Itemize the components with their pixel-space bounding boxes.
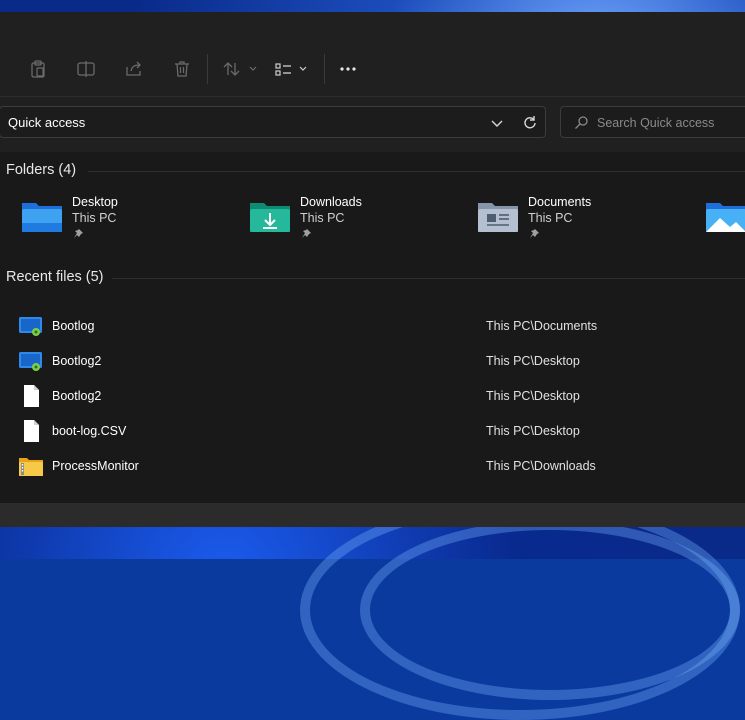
zip-folder-icon	[19, 458, 43, 476]
pin-icon	[302, 229, 311, 238]
folder-name: Downloads	[300, 195, 362, 209]
address-path[interactable]: Quick access	[8, 115, 85, 130]
folder-item-documents[interactable]: Documents This PC	[476, 195, 676, 247]
file-location: This PC\Desktop	[486, 389, 580, 403]
status-bar	[0, 503, 745, 527]
rename-button[interactable]	[73, 56, 99, 82]
file-name: ProcessMonitor	[52, 459, 139, 473]
quick-access-content: Folders (4) Desktop This PC Downloads Th…	[0, 152, 745, 503]
blank-file-icon	[24, 420, 39, 442]
share-icon	[126, 61, 141, 76]
search-icon	[575, 116, 588, 129]
view-button[interactable]	[272, 56, 312, 82]
paste-button[interactable]	[25, 56, 51, 82]
list-item[interactable]: Bootlog This PC\Documents	[0, 312, 745, 342]
downloads-folder-icon	[250, 203, 290, 232]
more-options-button[interactable]	[335, 56, 361, 82]
search-box[interactable]	[560, 106, 745, 138]
desktop-folder-icon	[22, 203, 62, 232]
toolbar-divider	[207, 54, 208, 84]
share-button[interactable]	[121, 56, 147, 82]
file-location: This PC\Downloads	[486, 459, 596, 473]
folder-name: Documents	[528, 195, 592, 209]
section-divider	[112, 278, 745, 279]
log-file-icon	[19, 352, 42, 371]
refresh-icon[interactable]	[521, 114, 539, 132]
delete-button[interactable]	[169, 56, 195, 82]
blank-file-icon	[24, 385, 39, 407]
list-item[interactable]: Bootlog2 This PC\Desktop	[0, 382, 745, 412]
recent-files-section-heading[interactable]: Recent files (5)	[6, 269, 104, 285]
search-input[interactable]	[597, 113, 745, 133]
file-name: boot-log.CSV	[52, 424, 127, 438]
file-location: This PC\Desktop	[486, 354, 580, 368]
file-name: Bootlog	[52, 319, 95, 333]
file-explorer-window: Quick access Folders (4)	[0, 12, 745, 527]
list-item[interactable]: boot-log.CSV This PC\Desktop	[0, 417, 745, 447]
paste-icon	[31, 60, 45, 78]
more-options-icon	[340, 67, 356, 71]
log-file-icon	[19, 317, 42, 336]
file-name: Bootlog2	[52, 389, 102, 403]
pin-icon	[530, 229, 539, 238]
folder-location: This PC	[72, 211, 117, 225]
view-icon	[275, 63, 307, 76]
list-item[interactable]: ProcessMonitor This PC\Downloads	[0, 452, 745, 482]
documents-folder-icon	[478, 203, 518, 232]
list-item[interactable]: Bootlog2 This PC\Desktop	[0, 347, 745, 377]
sort-icon	[223, 62, 257, 76]
address-bar[interactable]: Quick access	[0, 106, 546, 138]
rename-icon	[77, 61, 95, 77]
section-divider	[88, 171, 745, 172]
sort-button[interactable]	[220, 56, 260, 82]
folder-name: Desktop	[72, 195, 118, 209]
file-location: This PC\Documents	[486, 319, 598, 333]
address-row: Quick access	[0, 106, 745, 142]
folder-location: This PC	[528, 211, 573, 225]
file-location: This PC\Desktop	[486, 424, 580, 438]
folder-location: This PC	[300, 211, 345, 225]
chevron-down-icon[interactable]	[489, 115, 505, 131]
command-bar	[0, 12, 745, 97]
folder-item-downloads[interactable]: Downloads This PC	[248, 195, 448, 247]
file-name: Bootlog2	[52, 354, 102, 368]
delete-icon	[175, 61, 189, 77]
toolbar-divider	[324, 54, 325, 84]
folder-item-pictures[interactable]	[704, 195, 745, 247]
folders-section-heading[interactable]: Folders (4)	[6, 162, 76, 178]
pin-icon	[74, 229, 83, 238]
folder-item-desktop[interactable]: Desktop This PC	[20, 195, 220, 247]
pictures-folder-icon	[706, 203, 745, 232]
